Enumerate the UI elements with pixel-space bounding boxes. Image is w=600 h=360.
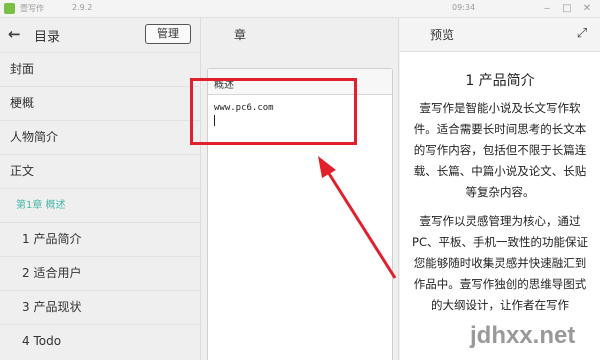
preview-panel: 预览 ⤢ 1 产品简介 壹写作是智能小说及长文写作软件。适合需要长时间思考的长文… [400,18,600,360]
sidebar-header: ← 目录 管理 [0,18,201,52]
chapter-panel-title: 章 [234,28,247,42]
sidebar-title: 目录 [34,30,61,45]
minimize-icon[interactable]: ‒ [540,2,554,15]
preview-paragraph: 壹写作是智能小说及长文写作软件。适合需要长时间思考的长文本的写作内容，包括但不限… [413,101,587,199]
toc-item-cover[interactable]: 封面 [0,52,201,86]
close-icon[interactable]: ✕ [580,2,594,15]
highlight-box [190,78,357,145]
preview-heading: 1 产品简介 [465,73,535,89]
toc-item-section-4[interactable]: 4 Todo [0,324,201,358]
clock: 09:34 [452,3,476,12]
watermark: jdhxx.net [470,322,576,349]
toc-sidebar: ← 目录 管理 封面 梗概 人物简介 正文 第1章 概述 1 产品简介 2 适合… [0,18,201,360]
toc-item-section-2[interactable]: 2 适合用户 [0,256,201,290]
app-version: 2.9.2 [72,3,93,12]
app-logo-icon [4,3,15,14]
manage-button[interactable]: 管理 [145,24,191,44]
toc-item-section-3[interactable]: 3 产品现状 [0,290,201,324]
expand-icon[interactable]: ⤢ [574,26,590,42]
toc-item-body[interactable]: 正文 [0,154,201,188]
toc-item-section-1[interactable]: 1 产品简介 [0,222,201,256]
back-arrow-icon[interactable]: ← [8,25,24,43]
preview-label: 预览 [430,28,455,42]
title-bar: 壹写作 2.9.2 09:34 ‒ □ ✕ [0,0,600,18]
app-title: 壹写作 [20,4,44,13]
maximize-icon[interactable]: □ [560,2,574,15]
preview-header: 预览 ⤢ [400,18,600,52]
chapter-panel: 章 概述 www.pc6.com [201,18,399,360]
preview-body: 1 产品简介 壹写作是智能小说及长文写作软件。适合需要长时间思考的长文本的写作内… [410,52,590,360]
toc-item-synopsis[interactable]: 梗概 [0,86,201,120]
toc-item-chapter-1[interactable]: 第1章 概述 [0,188,201,222]
preview-paragraph: 壹写作以灵感管理为核心，通过PC、平板、手机一致性的功能保证您能够随时收集灵感并… [412,214,588,312]
toc-item-characters[interactable]: 人物简介 [0,120,201,154]
